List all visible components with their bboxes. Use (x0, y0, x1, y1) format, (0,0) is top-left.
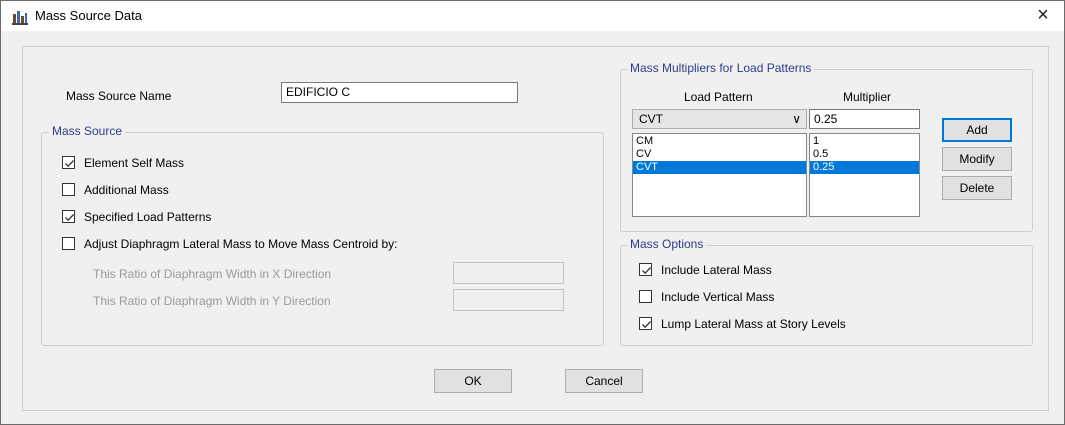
include-vertical-mass-label: Include Vertical Mass (661, 290, 775, 304)
list-item[interactable]: CM (633, 135, 806, 148)
cancel-button[interactable]: Cancel (565, 369, 643, 393)
mass-source-group-label: Mass Source (49, 124, 126, 138)
mass-source-name-input[interactable]: EDIFICIO C (281, 82, 518, 103)
list-item-selected[interactable]: 0.25 (810, 161, 919, 174)
include-lateral-mass-checkbox[interactable] (639, 263, 652, 276)
lump-lateral-mass-checkbox[interactable] (639, 317, 652, 330)
specified-load-patterns-checkbox[interactable] (62, 210, 75, 223)
specified-load-patterns-label: Specified Load Patterns (84, 210, 212, 224)
checkmark-icon (65, 160, 74, 168)
list-item-selected[interactable]: CVT (633, 161, 806, 174)
element-self-mass-label: Element Self Mass (84, 156, 185, 170)
element-self-mass-checkbox[interactable] (62, 156, 75, 169)
adjust-diaphragm-label: Adjust Diaphragm Lateral Mass to Move Ma… (84, 237, 398, 251)
delete-button[interactable]: Delete (942, 176, 1012, 200)
list-item[interactable]: 1 (810, 135, 919, 148)
title-bar[interactable]: Mass Source Data × (1, 1, 1064, 31)
checkmark-icon (65, 214, 74, 222)
load-pattern-selected: CVT (639, 112, 663, 126)
close-icon[interactable]: × (1030, 4, 1056, 28)
mass-multipliers-group-label: Mass Multipliers for Load Patterns (627, 61, 815, 75)
adjust-diaphragm-checkbox[interactable] (62, 237, 75, 250)
checkmark-icon (642, 267, 651, 275)
ok-button[interactable]: OK (434, 369, 512, 393)
checkmark-icon (642, 321, 651, 329)
load-pattern-dropdown[interactable]: CVT ∨ (632, 109, 807, 129)
ratio-y-label: This Ratio of Diaphragm Width in Y Direc… (93, 294, 331, 308)
ratio-x-label: This Ratio of Diaphragm Width in X Direc… (93, 267, 332, 281)
app-icon (12, 9, 28, 25)
mass-options-group-label: Mass Options (627, 237, 707, 251)
additional-mass-checkbox[interactable] (62, 183, 75, 196)
additional-mass-label: Additional Mass (84, 183, 169, 197)
mass-source-name-label: Mass Source Name (66, 89, 172, 103)
include-lateral-mass-label: Include Lateral Mass (661, 263, 772, 277)
modify-button[interactable]: Modify (942, 147, 1012, 171)
ratio-y-input[interactable] (453, 289, 564, 311)
chevron-down-icon: ∨ (792, 112, 801, 126)
include-vertical-mass-checkbox[interactable] (639, 290, 652, 303)
list-item[interactable]: 0.5 (810, 148, 919, 161)
multiplier-column-header: Multiplier (843, 90, 892, 104)
lump-lateral-mass-label: Lump Lateral Mass at Story Levels (661, 317, 846, 331)
ratio-x-input[interactable] (453, 262, 564, 284)
list-item[interactable]: CV (633, 148, 806, 161)
load-pattern-list[interactable]: CM CV CVT (632, 133, 807, 217)
multiplier-input[interactable]: 0.25 (809, 109, 920, 129)
window-title: Mass Source Data (35, 8, 142, 23)
load-pattern-column-header: Load Pattern (684, 90, 753, 104)
add-button[interactable]: Add (942, 118, 1012, 142)
multiplier-list[interactable]: 1 0.5 0.25 (809, 133, 920, 217)
